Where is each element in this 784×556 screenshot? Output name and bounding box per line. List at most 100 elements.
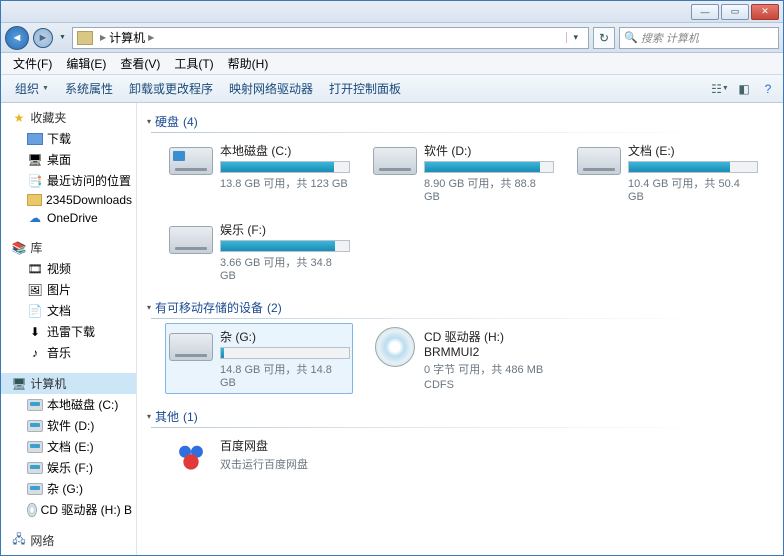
sidebar-item-drive-e[interactable]: 文档 (E:) <box>1 436 136 457</box>
sidebar-item-drive-f[interactable]: 娱乐 (F:) <box>1 457 136 478</box>
breadcrumb-sep: ▶ <box>145 33 157 42</box>
drive-icon <box>27 399 43 411</box>
maximize-button[interactable]: ▭ <box>721 4 749 20</box>
drive-fs: CDFS <box>424 379 554 391</box>
uninstall-programs[interactable]: 卸载或更改程序 <box>121 77 221 100</box>
history-dropdown[interactable]: ▼ <box>57 34 68 41</box>
usage-bar <box>220 240 350 252</box>
drive-tile[interactable]: 娱乐 (F:)3.66 GB 可用，共 34.8 GB <box>165 216 353 285</box>
system-properties[interactable]: 系统属性 <box>57 77 121 100</box>
back-button[interactable]: ◄ <box>5 26 29 50</box>
search-placeholder: 搜索 计算机 <box>641 30 699 46</box>
section-hdd[interactable]: ▾ 硬盘 (4) <box>147 109 773 132</box>
sidebar-computer[interactable]: 🖥 计算机 <box>1 373 136 394</box>
sidebar-item-desktop[interactable]: 🖥桌面 <box>1 149 136 170</box>
drive-tile[interactable]: 本地磁盘 (C:) 13.8 GB 可用，共 123 GB <box>165 137 353 206</box>
drive-name: 娱乐 (F:) <box>220 221 350 238</box>
drive-sub: 8.90 GB 可用，共 88.8 GB <box>424 175 554 203</box>
sidebar-item-pictures[interactable]: 🖼图片 <box>1 279 136 300</box>
content-pane: ▾ 硬盘 (4) 本地磁盘 (C:) 13.8 GB 可用，共 123 GB 软件 … <box>137 103 783 555</box>
map-network-drive[interactable]: 映射网络驱动器 <box>221 77 321 100</box>
folder-icon <box>27 194 42 206</box>
minimize-button[interactable]: — <box>691 4 719 20</box>
cd-icon <box>27 503 37 517</box>
sidebar-item-documents[interactable]: 📄文档 <box>1 300 136 321</box>
sidebar-item-net1[interactable]: 🖥2017之打印机W <box>1 551 136 555</box>
drive-tile[interactable]: 软件 (D:)8.90 GB 可用，共 88.8 GB <box>369 137 557 206</box>
drive-sub: 14.8 GB 可用，共 14.8 GB <box>220 361 350 389</box>
drive-name: CD 驱动器 (H:) BRMMUI2 <box>424 328 554 359</box>
sidebar-item-recent[interactable]: 📑最近访问的位置 <box>1 170 136 191</box>
drive-tile[interactable]: 文档 (E:)10.4 GB 可用，共 50.4 GB <box>573 137 761 206</box>
pc-icon: 🖥 <box>27 555 42 556</box>
navigation-pane: ★ 收藏夹 下载 🖥桌面 📑最近访问的位置 2345Downloads ☁One… <box>1 103 137 555</box>
menu-file[interactable]: 文件(F) <box>7 53 58 74</box>
library-icon: 📚 <box>11 241 27 255</box>
sidebar-item-drive-c[interactable]: 本地磁盘 (C:) <box>1 394 136 415</box>
sidebar-item-downloads[interactable]: 下载 <box>1 128 136 149</box>
forward-button[interactable]: ► <box>33 28 53 48</box>
usage-bar <box>220 161 350 173</box>
music-icon: ♪ <box>27 346 43 360</box>
drive-icon <box>168 219 214 261</box>
cd-drive-tile[interactable]: CD 驱动器 (H:) BRMMUI20 字节 可用，共 486 MBCDFS <box>369 323 557 394</box>
drive-icon <box>27 441 43 453</box>
drive-icon <box>168 326 214 368</box>
search-box[interactable]: 🔍 搜索 计算机 <box>619 27 779 49</box>
star-icon: ★ <box>11 111 27 125</box>
sidebar-item-xunlei[interactable]: ⬇迅雷下载 <box>1 321 136 342</box>
breadcrumb-sep: ▶ <box>97 33 109 42</box>
document-icon: 📄 <box>27 304 43 318</box>
breadcrumb-location[interactable]: 计算机 <box>109 29 145 46</box>
sidebar-item-drive-d[interactable]: 软件 (D:) <box>1 415 136 436</box>
window-titlebar: — ▭ ✕ <box>1 1 783 23</box>
usage-bar <box>424 161 554 173</box>
drive-sub: 13.8 GB 可用，共 123 GB <box>220 175 350 191</box>
recent-icon: 📑 <box>27 174 43 188</box>
folder-icon <box>27 133 43 145</box>
sidebar-favorites[interactable]: ★ 收藏夹 <box>1 107 136 128</box>
usage-bar <box>628 161 758 173</box>
baidu-netdisk-tile[interactable]: 百度网盘双击运行百度网盘 <box>165 432 353 480</box>
section-other[interactable]: ▾ 其他 (1) <box>147 404 773 427</box>
video-icon: 🎞 <box>27 262 43 276</box>
drive-icon <box>576 140 622 182</box>
organize-menu[interactable]: 组织▼ <box>7 77 57 100</box>
chevron-down-icon: ▾ <box>147 117 151 126</box>
sidebar-network[interactable]: 🖧 网络 <box>1 530 136 551</box>
menu-help[interactable]: 帮助(H) <box>222 53 275 74</box>
sidebar-item-videos[interactable]: 🎞视频 <box>1 258 136 279</box>
view-mode-button[interactable]: ☷ ▼ <box>711 81 729 97</box>
sidebar-item-onedrive[interactable]: ☁OneDrive <box>1 209 136 227</box>
menu-edit[interactable]: 编辑(E) <box>60 53 112 74</box>
refresh-button[interactable]: ↻ <box>593 27 615 49</box>
drive-tile-selected[interactable]: 杂 (G:)14.8 GB 可用，共 14.8 GB <box>165 323 353 394</box>
preview-pane-button[interactable]: ◧ <box>735 81 753 97</box>
sidebar-libraries[interactable]: 📚 库 <box>1 237 136 258</box>
drive-icon <box>372 140 418 182</box>
close-button[interactable]: ✕ <box>751 4 779 20</box>
sidebar-item-music[interactable]: ♪音乐 <box>1 342 136 363</box>
help-button[interactable]: ? <box>759 81 777 97</box>
address-bar[interactable]: ▶ 计算机 ▶ ▾ <box>72 27 589 49</box>
desktop-icon: 🖥 <box>27 153 43 167</box>
sidebar-item-drive-g[interactable]: 杂 (G:) <box>1 478 136 499</box>
network-icon: 🖧 <box>11 534 27 548</box>
open-control-panel[interactable]: 打开控制面板 <box>321 77 409 100</box>
sidebar-item-drive-h[interactable]: CD 驱动器 (H:) B <box>1 499 136 520</box>
drive-icon <box>27 462 43 474</box>
address-dropdown[interactable]: ▾ <box>566 32 584 43</box>
drive-name: 本地磁盘 (C:) <box>220 142 350 159</box>
chevron-down-icon: ▾ <box>147 412 151 421</box>
navigation-bar: ◄ ► ▼ ▶ 计算机 ▶ ▾ ↻ 🔍 搜索 计算机 <box>1 23 783 53</box>
menu-tools[interactable]: 工具(T) <box>168 53 219 74</box>
sidebar-item-2345[interactable]: 2345Downloads <box>1 191 136 209</box>
section-removable[interactable]: ▾ 有可移动存储的设备 (2) <box>147 295 773 318</box>
picture-icon: 🖼 <box>27 283 43 297</box>
drive-name: 文档 (E:) <box>628 142 758 159</box>
drive-icon <box>168 140 214 182</box>
menu-bar: 文件(F) 编辑(E) 查看(V) 工具(T) 帮助(H) <box>1 53 783 75</box>
menu-view[interactable]: 查看(V) <box>114 53 166 74</box>
drive-icon <box>27 420 43 432</box>
chevron-down-icon: ▾ <box>147 303 151 312</box>
